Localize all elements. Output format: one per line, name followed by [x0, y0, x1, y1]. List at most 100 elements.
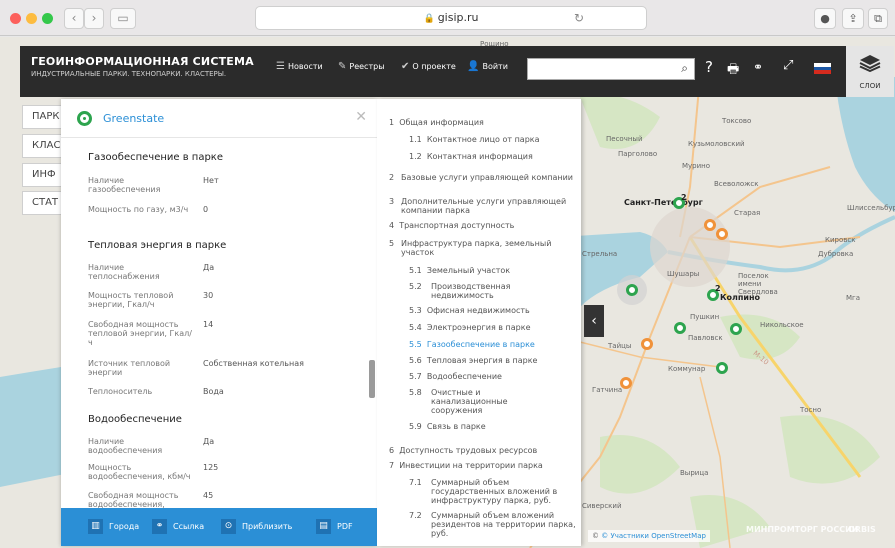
- toc-label[interactable]: Очистные и канализационные сооружения: [431, 388, 526, 415]
- toc-num: 7.1: [409, 478, 422, 487]
- park-info-panel: Greenstate ✕ Газообеспечение в парке Нал…: [61, 99, 377, 546]
- toc-num: 7: [389, 461, 395, 470]
- park-name[interactable]: Greenstate: [103, 112, 164, 125]
- park-marker-green[interactable]: [716, 362, 728, 374]
- cities-label: Города: [109, 522, 140, 531]
- nav-registries-label: Реестры: [349, 62, 385, 71]
- toc-label: Водообеспечение: [426, 372, 502, 381]
- toc-num: 1: [389, 118, 395, 127]
- toc-item[interactable]: 5.3 Офисная недвижимость: [409, 306, 574, 315]
- cities-button[interactable]: ▥ Города: [88, 519, 139, 534]
- help-icon[interactable]: ?: [705, 58, 713, 76]
- link-icon[interactable]: ⚭: [753, 60, 763, 74]
- print-icon[interactable]: 🖶: [727, 60, 739, 82]
- nav-registries[interactable]: ✎ Реестры: [338, 61, 385, 72]
- park-marker-green[interactable]: [674, 322, 686, 334]
- toc-num: 4: [389, 221, 395, 230]
- park-marker-orange[interactable]: [620, 377, 632, 389]
- pdf-button[interactable]: ▤ PDF: [316, 519, 353, 534]
- nav-news[interactable]: ☰ Новости: [276, 61, 323, 72]
- map-attribution[interactable]: © © Участники OpenStreetMap: [588, 530, 710, 542]
- toc-item[interactable]: 4 Транспортная доступность: [389, 221, 574, 230]
- toc-item[interactable]: 5.1 Земельный участок: [409, 266, 574, 275]
- orbis-watermark: ORBIS: [848, 525, 876, 534]
- link-button[interactable]: ⚭ Ссылка: [152, 519, 204, 534]
- toc-label[interactable]: Производственная недвижимость: [431, 282, 551, 300]
- park-marker-orange[interactable]: [641, 338, 653, 350]
- share-icon[interactable]: ⇪: [842, 8, 864, 29]
- park-marker-orange[interactable]: [704, 219, 716, 231]
- panel-scrollbar-thumb[interactable]: [369, 360, 375, 398]
- field-label: Теплоноситель: [88, 387, 153, 396]
- layers-label: СЛОИ: [859, 82, 881, 90]
- toc-label[interactable]: Суммарный объем вложений резидентов на т…: [431, 511, 577, 538]
- fullscreen-icon[interactable]: ⤢: [783, 58, 793, 73]
- nav-about[interactable]: ✔ О проекте: [401, 61, 456, 72]
- toc-num: 5.3: [409, 306, 422, 315]
- map-label: Колпино: [720, 293, 761, 302]
- toc-item-active[interactable]: 5.5 Газообеспечение в парке: [409, 340, 574, 349]
- toc-num: 7.2: [409, 511, 422, 520]
- toc-num: 5.4: [409, 323, 422, 332]
- close-icon[interactable]: ✕: [355, 109, 367, 125]
- map-label: Всеволожск: [714, 180, 759, 188]
- field-value: Вода: [203, 387, 224, 396]
- field-label: Наличие газообеспечения: [88, 176, 161, 194]
- language-flag-icon[interactable]: [814, 63, 831, 74]
- toc-num: 5: [389, 239, 395, 248]
- toc-item[interactable]: 1.2 Контактная информация: [409, 152, 574, 161]
- back-icon[interactable]: ‹: [64, 8, 84, 29]
- app-header: ГЕОИНФОРМАЦИОННАЯ СИСТЕМА ИНДУСТРИАЛЬНЫЕ…: [20, 46, 894, 97]
- app-root: ‹ › ▭ 🔒 gisip.ru ↻ ● ⇪ ⧉ Рощино Токсово …: [0, 0, 895, 548]
- map-label: Песочный: [606, 135, 643, 143]
- park-marker-orange[interactable]: [716, 228, 728, 240]
- zoom-to-button[interactable]: ⊙ Приблизить: [221, 519, 292, 534]
- toc-item[interactable]: 5.7 Водообеспечение: [409, 372, 574, 381]
- collapse-panel-button[interactable]: ‹: [584, 305, 604, 337]
- news-icon: ☰: [276, 61, 285, 72]
- book-icon: ▥: [88, 519, 103, 534]
- close-window-button[interactable]: [10, 13, 21, 24]
- panel-header: Greenstate ✕: [61, 99, 377, 138]
- toc-item[interactable]: 5.9 Связь в парке: [409, 422, 574, 431]
- toc-label[interactable]: Суммарный объем государственных вложений…: [431, 478, 577, 505]
- ministry-watermark: МИНПРОМТОРГ РОССИИ: [746, 525, 859, 534]
- park-marker-green[interactable]: [730, 323, 742, 335]
- toc-item[interactable]: 6 Доступность трудовых ресурсов: [389, 446, 579, 455]
- address-bar[interactable]: 🔒 gisip.ru ↻: [255, 6, 647, 30]
- toc-item[interactable]: 5.4 Электроэнергия в парке: [409, 323, 574, 332]
- map-label: Пушкин: [690, 313, 720, 321]
- tabs-icon[interactable]: ⧉: [868, 8, 888, 29]
- info-icon: ©: [592, 532, 602, 540]
- toc-label: Общая информация: [399, 118, 484, 127]
- layers-button[interactable]: СЛОИ: [846, 46, 894, 97]
- map-label: Токсово: [722, 117, 752, 125]
- toc-item[interactable]: 5.6 Тепловая энергия в парке: [409, 356, 574, 365]
- search-field[interactable]: ⌕: [527, 58, 695, 80]
- toc-item[interactable]: 1.1 Контактное лицо от парка: [409, 135, 574, 144]
- minimize-window-button[interactable]: [26, 13, 37, 24]
- toc-label[interactable]: Дополнительные услуги управляющей компан…: [401, 197, 573, 215]
- field-value: Да: [203, 437, 215, 446]
- search-icon[interactable]: ⌕: [681, 61, 688, 76]
- app-title[interactable]: ГЕОИНФОРМАЦИОННАЯ СИСТЕМА: [31, 55, 254, 68]
- park-marker-green[interactable]: [626, 284, 638, 296]
- reload-icon[interactable]: ↻: [574, 7, 584, 29]
- field-value: Нет: [203, 176, 219, 185]
- section-title: Водообеспечение: [88, 414, 182, 425]
- toc-item[interactable]: 1 Общая информация: [389, 118, 574, 127]
- nav-login[interactable]: 👤 Войти: [467, 61, 508, 72]
- forward-icon[interactable]: ›: [84, 8, 104, 29]
- toc-label[interactable]: Базовые услуги управляющей компании: [401, 173, 573, 182]
- zoom-window-button[interactable]: [42, 13, 53, 24]
- toc-item[interactable]: 7 Инвестиции на территории парка: [389, 461, 579, 470]
- zoom-to-label: Приблизить: [242, 522, 293, 531]
- map-label: Дубровка: [818, 250, 854, 258]
- toc-label[interactable]: Инфраструктура парка, земельный участок: [401, 239, 579, 257]
- toc-label: Инвестиции на территории парка: [399, 461, 543, 470]
- lock-icon: 🔒: [423, 14, 435, 24]
- panel-body[interactable]: Газообеспечение в парке Наличие газообес…: [61, 138, 377, 508]
- extension-icon[interactable]: ●: [814, 8, 836, 29]
- sidebar-icon[interactable]: ▭: [110, 8, 136, 29]
- map-label: Стрельна: [582, 250, 618, 258]
